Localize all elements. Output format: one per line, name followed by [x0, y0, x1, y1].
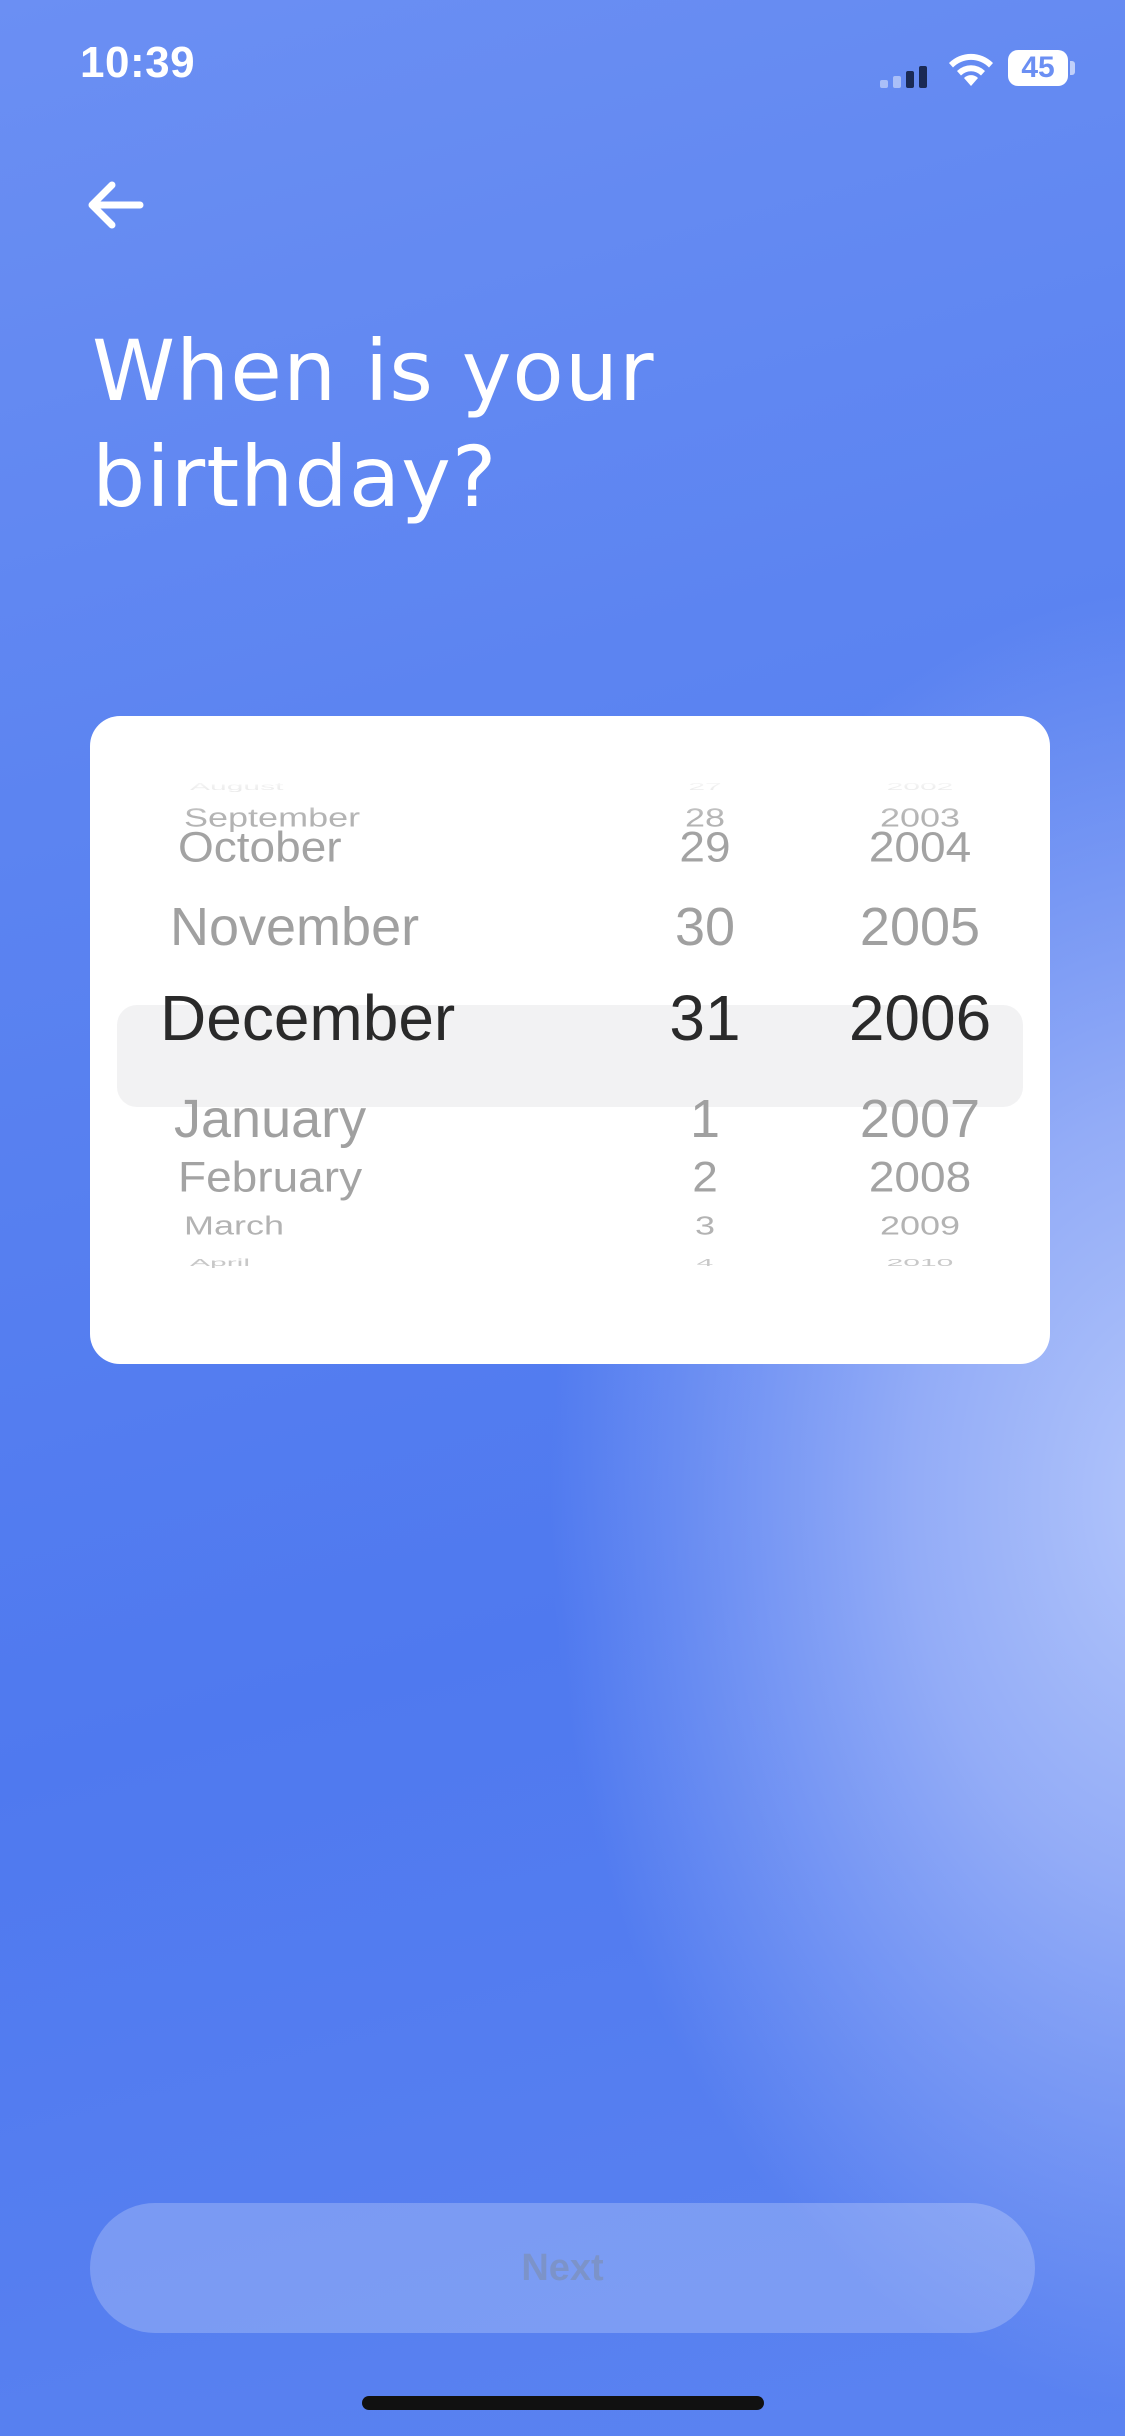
signal-icon	[880, 66, 927, 88]
day-option[interactable]: 27	[610, 782, 800, 793]
date-picker-card: August September October November Decemb…	[90, 716, 1050, 1364]
month-option[interactable]: March	[160, 1213, 634, 1239]
page-title: When is your birthday?	[92, 322, 655, 526]
battery-icon: 45	[1008, 50, 1075, 86]
home-indicator[interactable]	[362, 2396, 764, 2410]
year-option[interactable]: 2010	[800, 1258, 1040, 1269]
day-option[interactable]: 1	[610, 1092, 800, 1146]
day-option[interactable]: 3	[610, 1213, 800, 1239]
year-option[interactable]: 2009	[800, 1213, 1040, 1239]
day-option[interactable]: 29	[610, 826, 800, 868]
month-option[interactable]: October	[160, 826, 628, 868]
year-option[interactable]: 2004	[800, 826, 1040, 868]
day-option[interactable]: 30	[610, 900, 800, 954]
year-option[interactable]: 2007	[800, 1092, 1040, 1146]
month-option[interactable]: August	[160, 782, 640, 793]
day-option-selected[interactable]: 31	[610, 986, 800, 1050]
month-option[interactable]: January	[160, 1092, 624, 1146]
month-option[interactable]: April	[160, 1258, 640, 1269]
year-option[interactable]: 2008	[800, 1156, 1040, 1198]
status-time: 10:39	[80, 38, 196, 87]
year-option-selected[interactable]: 2006	[800, 986, 1040, 1050]
wifi-icon	[949, 53, 993, 86]
month-wheel[interactable]: August September October November Decemb…	[160, 776, 610, 1322]
year-wheel[interactable]: 2002 2003 2004 2005 2006 2007 2008 2009 …	[800, 776, 1040, 1322]
arrow-left-icon[interactable]	[80, 170, 150, 240]
year-option[interactable]: 2002	[800, 782, 1040, 793]
month-option-selected[interactable]: December	[160, 986, 610, 1050]
date-picker: August September October November Decemb…	[90, 776, 1050, 1322]
day-option[interactable]: 4	[610, 1258, 800, 1269]
year-option[interactable]: 2005	[800, 900, 1040, 954]
battery-level: 45	[1021, 51, 1055, 84]
day-wheel[interactable]: 27 28 29 30 31 1 2 3 4	[610, 776, 800, 1322]
month-option[interactable]: February	[160, 1156, 628, 1198]
day-option[interactable]: 2	[610, 1156, 800, 1198]
month-option[interactable]: November	[160, 900, 620, 954]
status-bar: 10:39 45	[0, 0, 1125, 130]
next-button[interactable]: Next	[90, 2203, 1035, 2333]
